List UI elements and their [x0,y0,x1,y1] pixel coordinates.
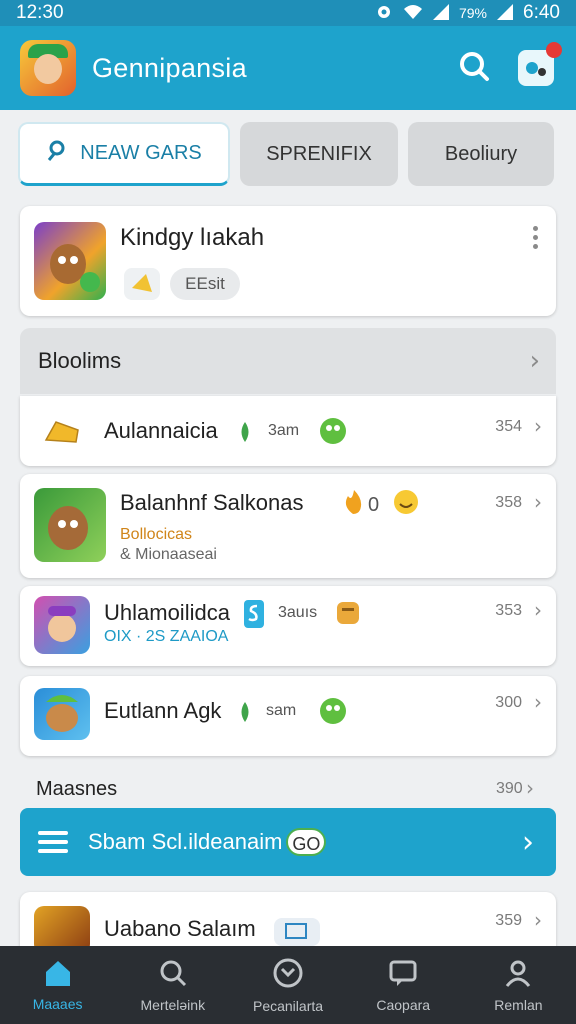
featured-title: Kindgy lıakah [120,224,265,251]
signal-icon [432,3,449,23]
row-subtitle: Bollocicas [120,526,193,543]
nav-messages[interactable]: Caopara [346,946,461,1024]
tab-label: Beoliury [444,142,518,165]
sprout-icon [234,418,256,449]
flame-icon [340,488,366,521]
tab-label: NEAW GARS [80,142,202,164]
signal-icon-2 [497,3,514,23]
status-badge: EEsit [170,268,240,300]
subsection-count: 390 [496,780,523,797]
row-count: 358 [495,494,522,511]
chevron-right-icon: › [534,908,542,932]
row-title: Uhlamoilidca [104,600,230,625]
search-icon [457,49,491,88]
settings-icon [375,3,393,24]
status-time: 12:30 [16,2,64,23]
subsection-title: Maasnes [36,778,118,800]
chevron-right-icon: › [522,824,534,860]
row-title: Uabano Salaım [104,916,256,941]
status-bar: 12:30 79% 6:40 [0,0,576,26]
promo-bar[interactable]: Sbam Scl.ildeanaim GO › [20,808,556,876]
nav-profile[interactable]: Remlan [461,946,576,1024]
frog-icon [318,696,348,731]
promo-label: Sbam Scl.ildeanaim [88,829,283,854]
chevron-right-icon: › [534,490,542,514]
featured-card[interactable]: Kindgy lıakah EEsit [20,206,556,316]
tab-new-games[interactable]: NEAW GARS [18,122,230,186]
row-title: Eutlann Agk [104,698,222,723]
row-meta: 0 [368,494,380,516]
list-item[interactable]: Aulannaicia 3am 354 › [20,396,556,466]
game-icon [34,488,106,562]
frog-icon [318,416,348,451]
notification-dot [546,42,562,58]
game-icon [34,596,90,654]
image-icon [274,918,320,946]
tab-sprenifix[interactable]: SPRENIFIX [240,122,398,186]
row-meta: 3auıs [278,604,318,621]
game-icon [34,688,90,740]
search-icon [158,958,188,991]
row-title: Aulannaicia [104,418,218,443]
nav-games[interactable]: Pecanilarta [230,946,345,1024]
nav-label: Merteləink [140,996,206,1013]
bottom-nav: Maaaes Merteləink Pecanilarta Caopara Re… [0,946,576,1024]
nav-label: Caopara [376,996,431,1013]
section-title: Bloolims [38,348,122,373]
sprout-icon [234,698,256,729]
row-meta: sam [266,702,297,719]
game-icon [34,222,106,300]
row-count: 353 [495,602,522,619]
nav-label: Maaaes [32,995,83,1012]
home-icon [43,959,73,990]
tab-label: SPRENIFIX [266,142,372,165]
status-clock: 6:40 [523,2,560,23]
status-icons: 79% 6:40 [375,2,560,24]
gamepad-icon [272,957,304,992]
chevron-right-icon[interactable]: › [526,776,534,800]
search-button[interactable] [454,48,494,88]
list-item[interactable]: Eutlann Agk sam 300 › [20,676,556,756]
bread-icon [334,598,362,633]
wifi-icon [403,4,423,23]
row-count: 354 [495,418,522,435]
cheese-icon [44,416,80,451]
row-caption: & Mionaaseai [120,546,217,563]
chevron-right-icon: › [534,598,542,622]
list-item[interactable]: Uhlamoilidca 3auıs OIX · 2S ZAAIOA 353 › [20,586,556,666]
nav-home[interactable]: Maaaes [0,946,115,1024]
smiley-icon [392,488,420,521]
ticket-icon [124,268,160,300]
app-logo [20,40,76,96]
battery-text: 79% [458,5,488,21]
section-header[interactable]: Bloolims › [20,328,556,394]
profile-icon [503,958,533,991]
row-title: Balanhnf Salkonas [120,490,304,515]
row-count: 359 [495,912,522,929]
app-title: Gennipansia [92,52,247,83]
row-count: 300 [495,694,522,711]
more-options-icon[interactable] [533,226,538,249]
chevron-right-icon: › [534,690,542,714]
app-bar: Gennipansia [0,26,576,110]
chevron-right-icon: › [529,346,540,376]
nav-label: Pecanilarta [252,997,324,1014]
chevron-right-icon: › [534,414,542,438]
menu-icon [38,831,68,853]
user-icon [46,140,68,168]
nav-label: Remlan [494,996,543,1013]
list-item[interactable]: Balanhnf Salkonas 0 Bollocicas & Mionaas… [20,474,556,578]
tab-bar: NEAW GARS SPRENIFIX Beoliury [18,122,558,188]
go-badge: GO [286,828,327,856]
row-meta: 3am [268,422,300,439]
chat-icon [388,958,418,991]
dollar-icon [242,598,266,635]
tab-beoliury[interactable]: Beoliury [408,122,554,186]
row-subtitle: OIX · 2S ZAAIOA [104,628,229,645]
chat-icon [518,42,562,86]
messages-button[interactable] [516,42,562,88]
nav-search[interactable]: Merteləink [115,946,230,1024]
